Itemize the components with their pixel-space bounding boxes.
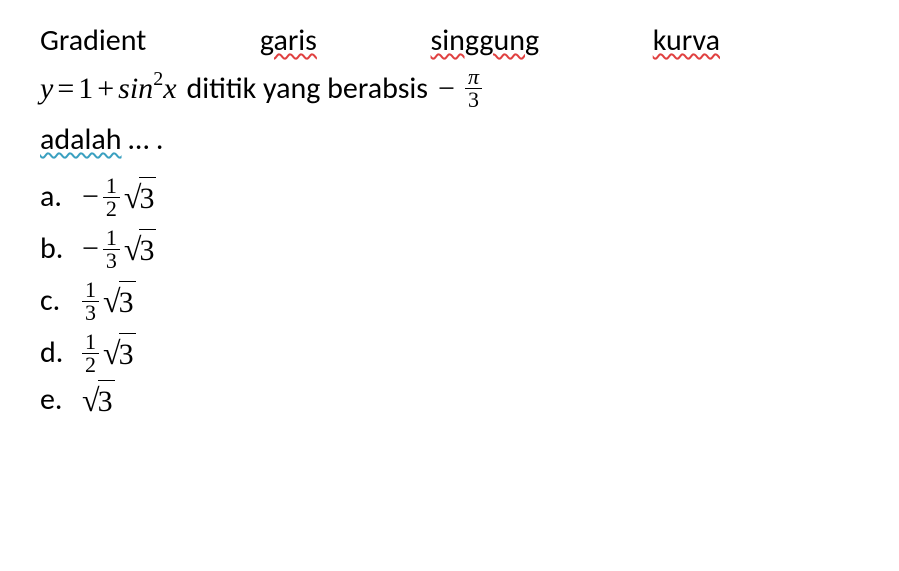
denominator-3: 3	[465, 88, 482, 111]
fraction-pi-3: π 3	[465, 66, 482, 111]
option-expr-d: 1 2 √ 3	[82, 331, 136, 376]
minus-b: −	[82, 228, 99, 270]
exponent-2: 2	[153, 68, 163, 90]
word-kurva: kurva	[653, 20, 720, 62]
minus-a: −	[82, 176, 99, 218]
frac-d: 1 2	[82, 331, 99, 376]
option-e: e. √ 3	[40, 379, 859, 421]
var-x: x	[163, 72, 176, 105]
num-d: 1	[82, 331, 99, 353]
option-expr-b: − 1 3 √ 3	[82, 227, 156, 272]
option-c: c. 1 3 √ 3	[40, 275, 859, 327]
word-singgung: singgung	[431, 20, 540, 62]
word-gradient: Gradient	[40, 20, 146, 62]
equation: y = 1 + sin2x	[40, 67, 177, 110]
option-d: d. 1 2 √ 3	[40, 327, 859, 379]
option-label-c: c.	[40, 280, 64, 322]
frac-c: 1 3	[82, 279, 99, 324]
radicand-c: 3	[119, 281, 136, 324]
sqrt-b: √ 3	[124, 227, 157, 272]
radicand-d: 3	[119, 333, 136, 376]
radicand-b: 3	[139, 229, 156, 272]
den-b: 3	[103, 249, 120, 272]
equals: =	[57, 68, 74, 110]
option-b: b. − 1 3 √ 3	[40, 223, 859, 275]
word-garis: garis	[260, 20, 317, 62]
frac-a: 1 2	[103, 175, 120, 220]
option-expr-a: − 1 2 √ 3	[82, 175, 156, 220]
numerator-pi: π	[465, 66, 482, 88]
sqrt-a: √ 3	[124, 175, 157, 220]
question-line-2: y = 1 + sin2x dititik yang berabsis − π …	[40, 66, 859, 111]
sin-squared-x: sin2x	[118, 67, 176, 110]
const-one: 1	[78, 68, 93, 110]
option-label-a: a.	[40, 176, 64, 218]
option-a: a. − 1 2 √ 3	[40, 171, 859, 223]
word-adalah: adalah	[40, 121, 122, 158]
num-c: 1	[82, 279, 99, 301]
num-a: 1	[103, 175, 120, 197]
den-a: 2	[103, 197, 120, 220]
radicand-a: 3	[139, 177, 156, 220]
question-line-1: Gradient garis singgung kurva	[40, 20, 720, 62]
den-d: 2	[82, 353, 99, 376]
sqrt-c: √ 3	[103, 279, 136, 324]
options-list: a. − 1 2 √ 3 b. − 1 3 √ 3	[40, 171, 859, 421]
var-y: y	[40, 68, 53, 110]
sqrt-e: √ 3	[82, 378, 115, 423]
den-c: 3	[82, 301, 99, 324]
question-line-3: adalah … .	[40, 119, 859, 161]
option-label-d: d.	[40, 332, 64, 374]
option-label-e: e.	[40, 379, 64, 421]
frac-b: 1 3	[103, 227, 120, 272]
option-expr-c: 1 3 √ 3	[82, 279, 136, 324]
sqrt-d: √ 3	[103, 331, 136, 376]
option-expr-e: √ 3	[82, 378, 115, 423]
num-b: 1	[103, 227, 120, 249]
ellipsis: … .	[128, 121, 163, 158]
option-label-b: b.	[40, 228, 64, 270]
minus-sign: −	[438, 68, 455, 110]
radicand-e: 3	[98, 380, 115, 423]
sin: sin	[118, 72, 153, 105]
text-dititik: dititik yang berabsis	[187, 68, 429, 110]
plus: +	[97, 68, 114, 110]
